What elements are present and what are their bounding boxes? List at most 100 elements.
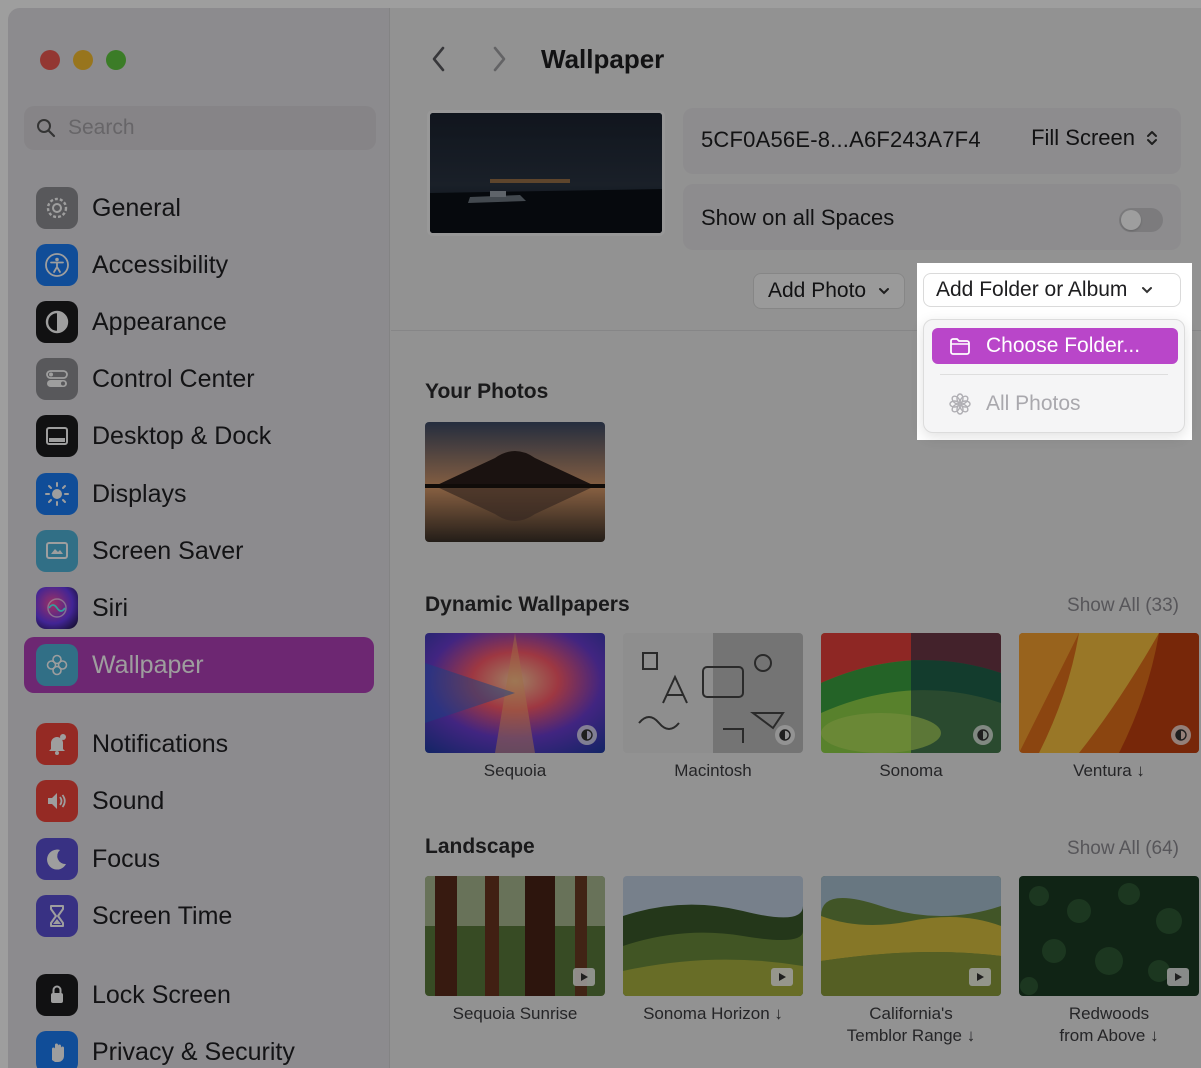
sidebar-item-label: General [92, 193, 181, 222]
wallpaper-tile-ventura[interactable] [1019, 633, 1199, 753]
wallpaper-tile-macintosh[interactable] [623, 633, 803, 753]
forward-button[interactable] [487, 44, 511, 74]
sidebar-item-label: Appearance [92, 307, 227, 336]
video-badge-icon [969, 968, 991, 986]
window-controls [40, 50, 126, 70]
search-icon [37, 119, 56, 138]
spaces-card: Show on all Spaces [683, 184, 1181, 250]
appearance-icon [36, 301, 78, 343]
all-photos-menu-item[interactable]: All Photos [932, 386, 1178, 422]
wallpaper-tile-temblor-range[interactable] [821, 876, 1001, 996]
show-on-all-spaces-label: Show on all Spaces [701, 205, 895, 230]
wallpaper-caption: Sonoma Horizon ↓ [643, 1004, 783, 1023]
close-window-button[interactable] [40, 50, 60, 70]
sidebar-item-general[interactable]: General [24, 180, 374, 236]
toggle-knob [1121, 210, 1141, 230]
wallpaper-caption: Sequoia Sunrise [452, 1004, 578, 1023]
add-photo-label: Add Photo [768, 279, 867, 302]
landscape-show-all-link[interactable]: Show All (64) [1067, 838, 1179, 860]
current-wallpaper-card: 5CF0A56E-8...A6F243A7F4 Fill Screen [683, 108, 1181, 174]
fill-mode-value: Fill Screen [1031, 125, 1135, 150]
speaker-icon [36, 780, 78, 822]
wallpaper-flower-icon [36, 644, 78, 686]
lock-icon [36, 974, 78, 1016]
add-folder-label: Add Folder or Album [936, 278, 1128, 301]
dynamic-show-all-link[interactable]: Show All (33) [1067, 595, 1179, 617]
sidebar-search[interactable] [24, 106, 376, 150]
choose-folder-label: Choose Folder... [986, 334, 1141, 357]
show-on-all-spaces-toggle[interactable] [1119, 208, 1163, 232]
photos-flower-icon [949, 393, 971, 415]
hourglass-icon [36, 895, 78, 937]
sidebar-item-label: Privacy & Security [92, 1037, 295, 1066]
sidebar-item-screen-time[interactable]: Screen Time [24, 888, 374, 944]
sidebar-item-sound[interactable]: Sound [24, 773, 374, 829]
minimize-window-button[interactable] [73, 50, 93, 70]
sidebar-item-label: Screen Time [92, 901, 233, 930]
wallpaper-tile-redwoods-from-above[interactable] [1019, 876, 1199, 996]
all-photos-label: All Photos [986, 392, 1081, 415]
wallpaper-tile-sequoia[interactable] [425, 633, 605, 753]
main-pane: Wallpaper 5CF0A56E-8...A6F243A7F4 Fill S… [391, 8, 1201, 1068]
hand-icon [36, 1031, 78, 1068]
landscape-title: Landscape [425, 835, 535, 858]
sidebar-item-focus[interactable]: Focus [24, 831, 374, 887]
dock-icon [36, 415, 78, 457]
dynamic-badge-icon [577, 725, 597, 745]
wallpaper-caption: Redwoods from Above ↓ [1059, 1004, 1159, 1045]
sidebar-item-siri[interactable]: Siri [24, 580, 374, 636]
sidebar-item-desktop-dock[interactable]: Desktop & Dock [24, 408, 374, 464]
sidebar-item-notifications[interactable]: Notifications [24, 716, 374, 772]
sidebar-item-displays[interactable]: Displays [24, 466, 374, 522]
moon-icon [36, 838, 78, 880]
highlight-region: Add Folder or Album Choose Folder... All… [917, 263, 1192, 440]
sidebar-item-lock-screen[interactable]: Lock Screen [24, 967, 374, 1023]
page-title: Wallpaper [541, 44, 665, 74]
dynamic-badge-icon [973, 725, 993, 745]
sidebar-item-label: Accessibility [92, 250, 229, 279]
wallpaper-caption: Sequoia [483, 761, 547, 780]
search-input[interactable] [68, 116, 348, 140]
sidebar-item-label: Sound [92, 786, 165, 815]
control-center-icon [36, 358, 78, 400]
dynamic-badge-icon [1171, 725, 1191, 745]
sidebar-item-label: Focus [92, 844, 161, 873]
back-button[interactable] [427, 44, 451, 74]
sidebar-item-privacy-security[interactable]: Privacy & Security [24, 1024, 374, 1068]
wallpaper-tile-sonoma-horizon[interactable] [623, 876, 803, 996]
sidebar-item-label: Screen Saver [92, 536, 244, 565]
chevron-left-icon [432, 46, 445, 72]
video-badge-icon [1167, 968, 1189, 986]
fill-mode-select[interactable]: Fill Screen [1031, 125, 1159, 151]
sidebar-item-label: Displays [92, 479, 187, 508]
chevron-down-icon [879, 288, 890, 295]
your-photos-title: Your Photos [425, 380, 549, 403]
sidebar-item-screen-saver[interactable]: Screen Saver [24, 523, 374, 579]
folder-icon [950, 338, 970, 355]
choose-folder-menu-item[interactable]: Choose Folder... [932, 328, 1178, 364]
sidebar-item-label: Desktop & Dock [92, 421, 272, 450]
sidebar: General Accessibility Appearance Control… [8, 8, 390, 1068]
sun-icon [36, 473, 78, 515]
sidebar-item-label: Siri [92, 593, 129, 622]
sidebar-item-label: Lock Screen [92, 980, 231, 1009]
your-photo-tile[interactable] [425, 422, 605, 542]
wallpaper-tile-sonoma[interactable] [821, 633, 1001, 753]
dynamic-wallpapers-title: Dynamic Wallpapers [425, 593, 630, 616]
dynamic-badge-icon [775, 725, 795, 745]
wallpaper-tile-sequoia-sunrise[interactable] [425, 876, 605, 996]
menu-separator [940, 374, 1168, 375]
wallpaper-file-name: 5CF0A56E-8...A6F243A7F4 [701, 127, 981, 152]
current-wallpaper-thumbnail [427, 110, 665, 236]
sidebar-item-label: Control Center [92, 364, 255, 393]
sidebar-item-accessibility[interactable]: Accessibility [24, 237, 374, 293]
add-folder-or-album-button[interactable]: Add Folder or Album [923, 273, 1181, 307]
zoom-window-button[interactable] [106, 50, 126, 70]
bell-icon [36, 723, 78, 765]
sidebar-item-label: Wallpaper [92, 650, 204, 679]
add-photo-button[interactable]: Add Photo [753, 273, 906, 309]
sidebar-item-control-center[interactable]: Control Center [24, 351, 374, 407]
sidebar-item-label: Notifications [92, 729, 229, 758]
sidebar-item-appearance[interactable]: Appearance [24, 294, 374, 350]
sidebar-item-wallpaper[interactable]: Wallpaper [24, 637, 374, 693]
